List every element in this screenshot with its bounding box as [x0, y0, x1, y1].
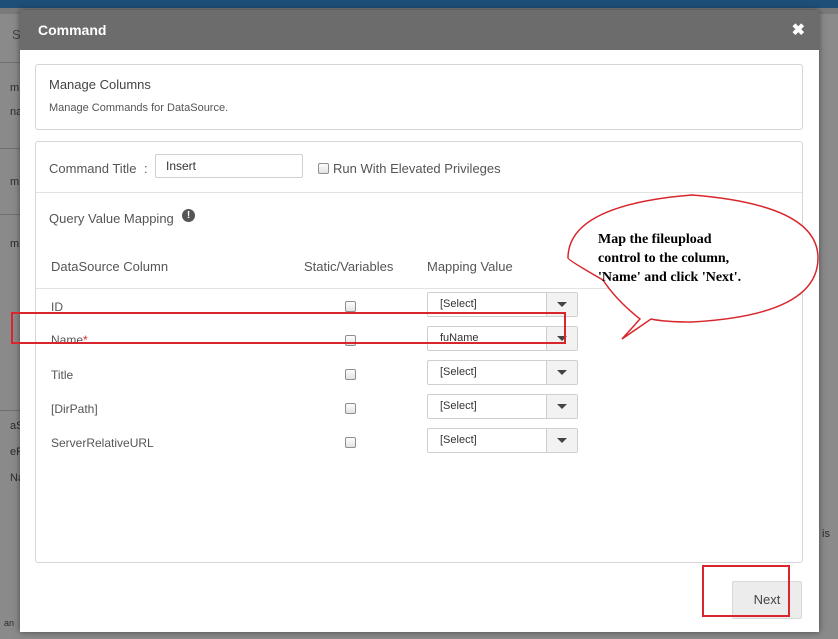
callout-line: 'Name' and click 'Next'. [598, 270, 742, 285]
callout-line: control to the column, [598, 251, 730, 266]
callout-line: Map the fileupload [598, 232, 712, 247]
callout-text: Map the fileupload control to the column… [598, 230, 788, 287]
speech-bubble-callout [567, 194, 819, 340]
